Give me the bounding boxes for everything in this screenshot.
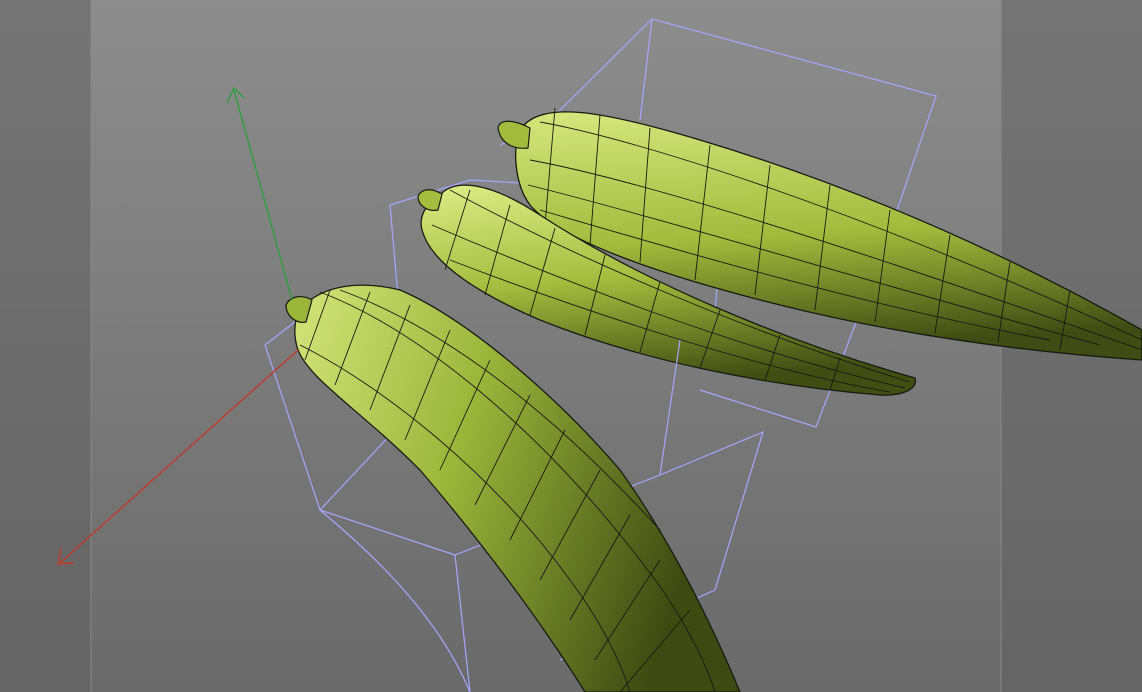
3d-viewport[interactable] [0, 0, 1142, 692]
viewport-canvas[interactable] [0, 0, 1142, 692]
left-letterbox-panel [0, 0, 91, 692]
